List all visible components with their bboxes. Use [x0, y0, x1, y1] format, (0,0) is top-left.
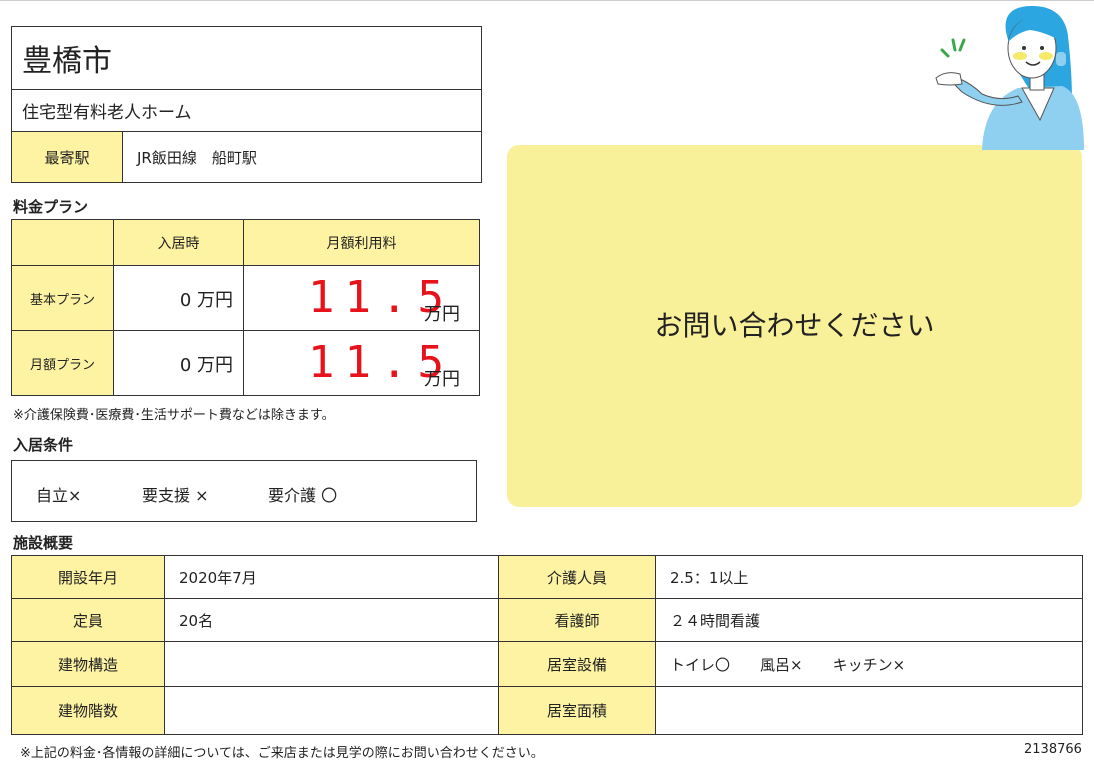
pricing-row-label: 基本プラン	[12, 266, 114, 331]
pricing-col-move-in: 入居時	[114, 220, 244, 266]
pricing-section-title: 料金プラン	[13, 198, 89, 216]
overview-label: 建物階数	[12, 687, 165, 734]
pricing-move-in-value: 0 万円	[114, 331, 244, 395]
station-label: 最寄駅	[12, 132, 123, 182]
woman-presenting-illustration	[935, 6, 1084, 150]
condition-support: 要支援 ×	[142, 486, 209, 505]
overview-section-title: 施設概要	[13, 534, 74, 552]
overview-value	[656, 687, 1082, 734]
contact-message: お問い合わせください	[654, 308, 935, 342]
overview-value: 2020年7月	[165, 556, 499, 599]
sparkle-icon	[940, 38, 966, 58]
overview-value: トイレ〇 風呂× キッチン×	[656, 642, 1082, 687]
pricing-col-monthly: 月額利用料	[244, 220, 479, 266]
conditions-box: 自立× 要支援 × 要介護 〇	[11, 460, 477, 522]
monthly-price-unit: 万円	[424, 304, 460, 325]
pricing-header-blank	[12, 220, 114, 266]
overview-value: 2.5：1以上	[656, 556, 1082, 599]
overview-label: 定員	[12, 599, 165, 642]
city-title: 豊橋市	[12, 27, 481, 90]
overview-table: 開設年月 2020年7月 介護人員 2.5：1以上 定員 20名 看護師 ２４時…	[11, 555, 1083, 735]
conditions-section-title: 入居条件	[13, 436, 74, 454]
pricing-note: ※介護保険費･医療費･生活サポート費などは除きます。	[13, 408, 335, 423]
footer-id: 2138766	[1024, 742, 1082, 757]
overview-label: 居室設備	[499, 642, 656, 687]
overview-label: 看護師	[499, 599, 656, 642]
overview-label: 居室面積	[499, 687, 656, 734]
footer-note: ※上記の料金･各情報の詳細については、ご来店または見学の際にお問い合わせください…	[20, 746, 544, 761]
pricing-monthly-cell: 11.5 万円	[244, 266, 479, 331]
pricing-monthly-cell: 11.5 万円	[244, 331, 479, 395]
contact-panel: お問い合わせください	[507, 145, 1082, 507]
pricing-table: 入居時 月額利用料 基本プラン 0 万円 11.5 万円 月額プラン 0 万円 …	[11, 219, 480, 396]
overview-value: 20名	[165, 599, 499, 642]
overview-label: 介護人員	[499, 556, 656, 599]
overview-value	[165, 687, 499, 734]
top-border	[0, 0, 1094, 1]
facility-type: 住宅型有料老人ホーム	[12, 90, 481, 132]
monthly-price-unit: 万円	[424, 369, 460, 390]
overview-label: 建物構造	[12, 642, 165, 687]
overview-label: 開設年月	[12, 556, 165, 599]
station-value: JR飯田線 船町駅	[137, 148, 257, 167]
overview-value	[165, 642, 499, 687]
pricing-move-in-value: 0 万円	[114, 266, 244, 331]
pricing-row-label: 月額プラン	[12, 331, 114, 395]
condition-care: 要介護 〇	[268, 486, 338, 505]
header-box: 豊橋市 住宅型有料老人ホーム 最寄駅 JR飯田線 船町駅	[11, 26, 482, 183]
condition-independent: 自立×	[36, 486, 82, 505]
overview-value: ２４時間看護	[656, 599, 1082, 642]
